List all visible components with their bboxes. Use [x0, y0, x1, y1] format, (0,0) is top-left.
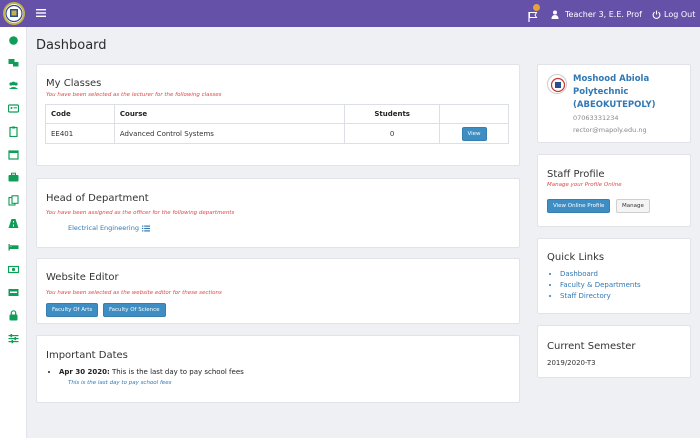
my-classes-card: My Classes You have been selected as the… [36, 64, 520, 166]
website-editor-card: Website Editor You have been selected as… [36, 258, 520, 324]
department-link[interactable]: Electrical Engineering [68, 224, 150, 232]
institution-name-line3: (ABEOKUTEPOLY) [573, 100, 656, 110]
current-semester-title: Current Semester [547, 341, 636, 352]
staff-profile-subtitle: Manage your Profile Online [547, 182, 622, 188]
lock-icon[interactable] [8, 310, 19, 321]
institution-phone: 07063331234 [573, 114, 619, 122]
pdf-icon[interactable] [8, 287, 19, 298]
quick-link-dashboard[interactable]: Dashboard [560, 269, 641, 280]
quick-link-faculty-departments[interactable]: Faculty & Departments [560, 280, 641, 291]
important-dates-card: Important Dates Apr 30 2020: This is the… [36, 335, 520, 403]
sliders-icon[interactable] [8, 333, 19, 344]
faculty-of-science-button[interactable]: Faculty Of Science [103, 303, 166, 317]
clipboard-icon[interactable] [8, 126, 19, 137]
institution-email: rector@mapoly.edu.ng [573, 126, 647, 134]
logout-label: Log Out [664, 9, 696, 19]
sidebar [0, 27, 27, 438]
dashboard-icon[interactable] [8, 35, 19, 46]
column-header-code: Code [45, 104, 115, 124]
top-navbar: Teacher 3, E.E. Prof Log Out [0, 0, 700, 27]
briefcase-icon[interactable] [8, 172, 19, 183]
view-online-profile-button[interactable]: View Online Profile [547, 199, 611, 213]
user-menu[interactable]: Teacher 3, E.E. Prof [551, 7, 642, 21]
institution-name[interactable]: Moshood Abiola Polytechnic (ABEOKUTEPOLY… [573, 73, 656, 112]
department-name: Electrical Engineering [68, 224, 139, 232]
column-header-action [439, 104, 509, 124]
current-semester-card: Current Semester 2019/2020-T3 [537, 325, 691, 378]
column-header-course: Course [113, 104, 346, 124]
institution-emblem [547, 74, 567, 94]
quick-links-card: Quick Links Dashboard Faculty & Departme… [537, 238, 691, 314]
road-icon[interactable] [8, 218, 19, 229]
website-editor-title: Website Editor [46, 272, 119, 283]
quick-links-list: Dashboard Faculty & Departments Staff Di… [560, 269, 641, 302]
staff-profile-title: Staff Profile [547, 169, 605, 180]
column-header-students: Students [344, 104, 441, 124]
my-classes-subtitle: You have been selected as the lecturer f… [46, 92, 222, 98]
bed-icon[interactable] [8, 241, 19, 252]
classes-icon[interactable] [8, 57, 19, 68]
date-label: Apr 30 2020: [59, 368, 110, 376]
list-icon [141, 225, 150, 231]
classes-table: Code Course Students EE401 Advanced Cont… [45, 104, 509, 144]
class-course: Advanced Control Systems [113, 123, 346, 144]
institution-card: Moshood Abiola Polytechnic (ABEOKUTEPOLY… [537, 64, 691, 143]
faculty-of-arts-button[interactable]: Faculty Of Arts [46, 303, 99, 317]
table-header-row: Code Course Students [45, 104, 509, 124]
class-action-cell: View [439, 123, 509, 144]
date-text: This is the last day to pay school fees [112, 368, 244, 376]
notification-badge [533, 4, 540, 11]
page-title: Dashboard [36, 38, 107, 53]
important-dates-title: Important Dates [46, 350, 128, 361]
class-students: 0 [344, 123, 441, 144]
website-editor-subtitle: You have been selected as the website ed… [46, 290, 222, 296]
institution-name-line1: Moshood Abiola [573, 74, 650, 84]
menu-toggle-icon[interactable] [36, 8, 46, 18]
hod-title: Head of Department [46, 193, 149, 204]
class-code: EE401 [45, 123, 115, 144]
power-icon [652, 10, 661, 19]
quick-links-title: Quick Links [547, 252, 605, 263]
hod-card: Head of Department You have been assigne… [36, 178, 520, 248]
logout-button[interactable]: Log Out [652, 7, 695, 21]
hod-subtitle: You have been assigned as the officer fo… [46, 210, 235, 216]
users-icon[interactable] [8, 80, 19, 91]
user-icon [551, 10, 559, 19]
id-card-icon[interactable] [8, 103, 19, 114]
money-icon[interactable] [8, 264, 19, 275]
staff-profile-card: Staff Profile Manage your Profile Online… [537, 154, 691, 227]
institution-logo[interactable] [3, 2, 25, 25]
important-dates-list: Apr 30 2020: This is the last day to pay… [59, 368, 244, 376]
user-name: Teacher 3, E.E. Prof [565, 9, 642, 19]
current-semester-value: 2019/2020-T3 [547, 359, 596, 367]
my-classes-title: My Classes [46, 78, 102, 89]
date-note: This is the last day to pay school fees [68, 380, 172, 386]
documents-icon[interactable] [8, 195, 19, 206]
table-row: EE401 Advanced Control Systems 0 View [45, 123, 509, 144]
quick-link-staff-directory[interactable]: Staff Directory [560, 291, 641, 302]
list-item: Apr 30 2020: This is the last day to pay… [59, 368, 244, 376]
institution-name-line2: Polytechnic [573, 87, 629, 97]
calendar-icon[interactable] [8, 149, 19, 160]
view-class-button[interactable]: View [461, 126, 487, 141]
manage-profile-button[interactable]: Manage [616, 199, 650, 213]
